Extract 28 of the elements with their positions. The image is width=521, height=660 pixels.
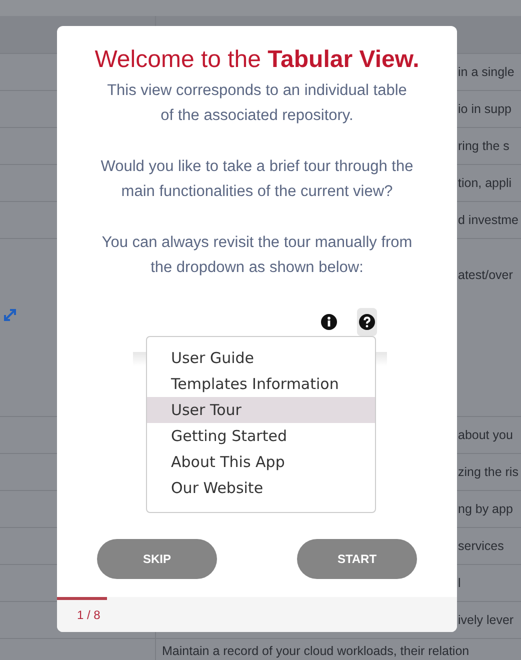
dialog-text: You can always revisit the tour manually from the dropdown as shown below: xyxy=(102,233,412,278)
start-button[interactable]: START xyxy=(297,539,417,579)
dialog-text: Would you like to take a brief tour through the main functionalities of the current view? xyxy=(100,157,414,202)
table-cell: services xyxy=(458,539,504,553)
info-icon[interactable] xyxy=(321,314,337,330)
table-cell: ively lever xyxy=(458,613,514,627)
skip-button[interactable]: SKIP xyxy=(97,539,217,579)
table-cell: d investme xyxy=(458,213,518,227)
menu-item[interactable]: Templates Information xyxy=(147,371,375,397)
table-cell: l xyxy=(458,576,461,590)
table-cell: ng by app xyxy=(458,502,513,516)
table-cell: about you xyxy=(458,428,513,442)
table-cell: in a single xyxy=(458,65,514,79)
table-cell: tion, appli xyxy=(458,176,512,190)
menu-item[interactable]: About This App xyxy=(147,449,375,475)
dialog-text: This view corresponds to an individual table of the associated repository. xyxy=(107,81,407,126)
table-cell: zing the ris xyxy=(458,465,518,479)
dialog-title: Welcome to the Tabular View. xyxy=(94,46,420,74)
menu-item[interactable]: Getting Started xyxy=(147,423,375,449)
table-cell: Maintain a record of your cloud workloads, their relation xyxy=(162,644,470,658)
help-button[interactable] xyxy=(357,308,377,336)
menu-item[interactable]: Our Website xyxy=(147,475,375,501)
menu-item[interactable]: User Guide xyxy=(147,345,375,371)
table-cell: io in supp xyxy=(458,102,512,116)
table-cell: ring the s xyxy=(458,139,510,153)
menu-item[interactable]: User Tour xyxy=(147,397,375,423)
step-counter: 1 / 8 xyxy=(77,608,100,622)
table-cell: atest/over xyxy=(458,268,513,282)
